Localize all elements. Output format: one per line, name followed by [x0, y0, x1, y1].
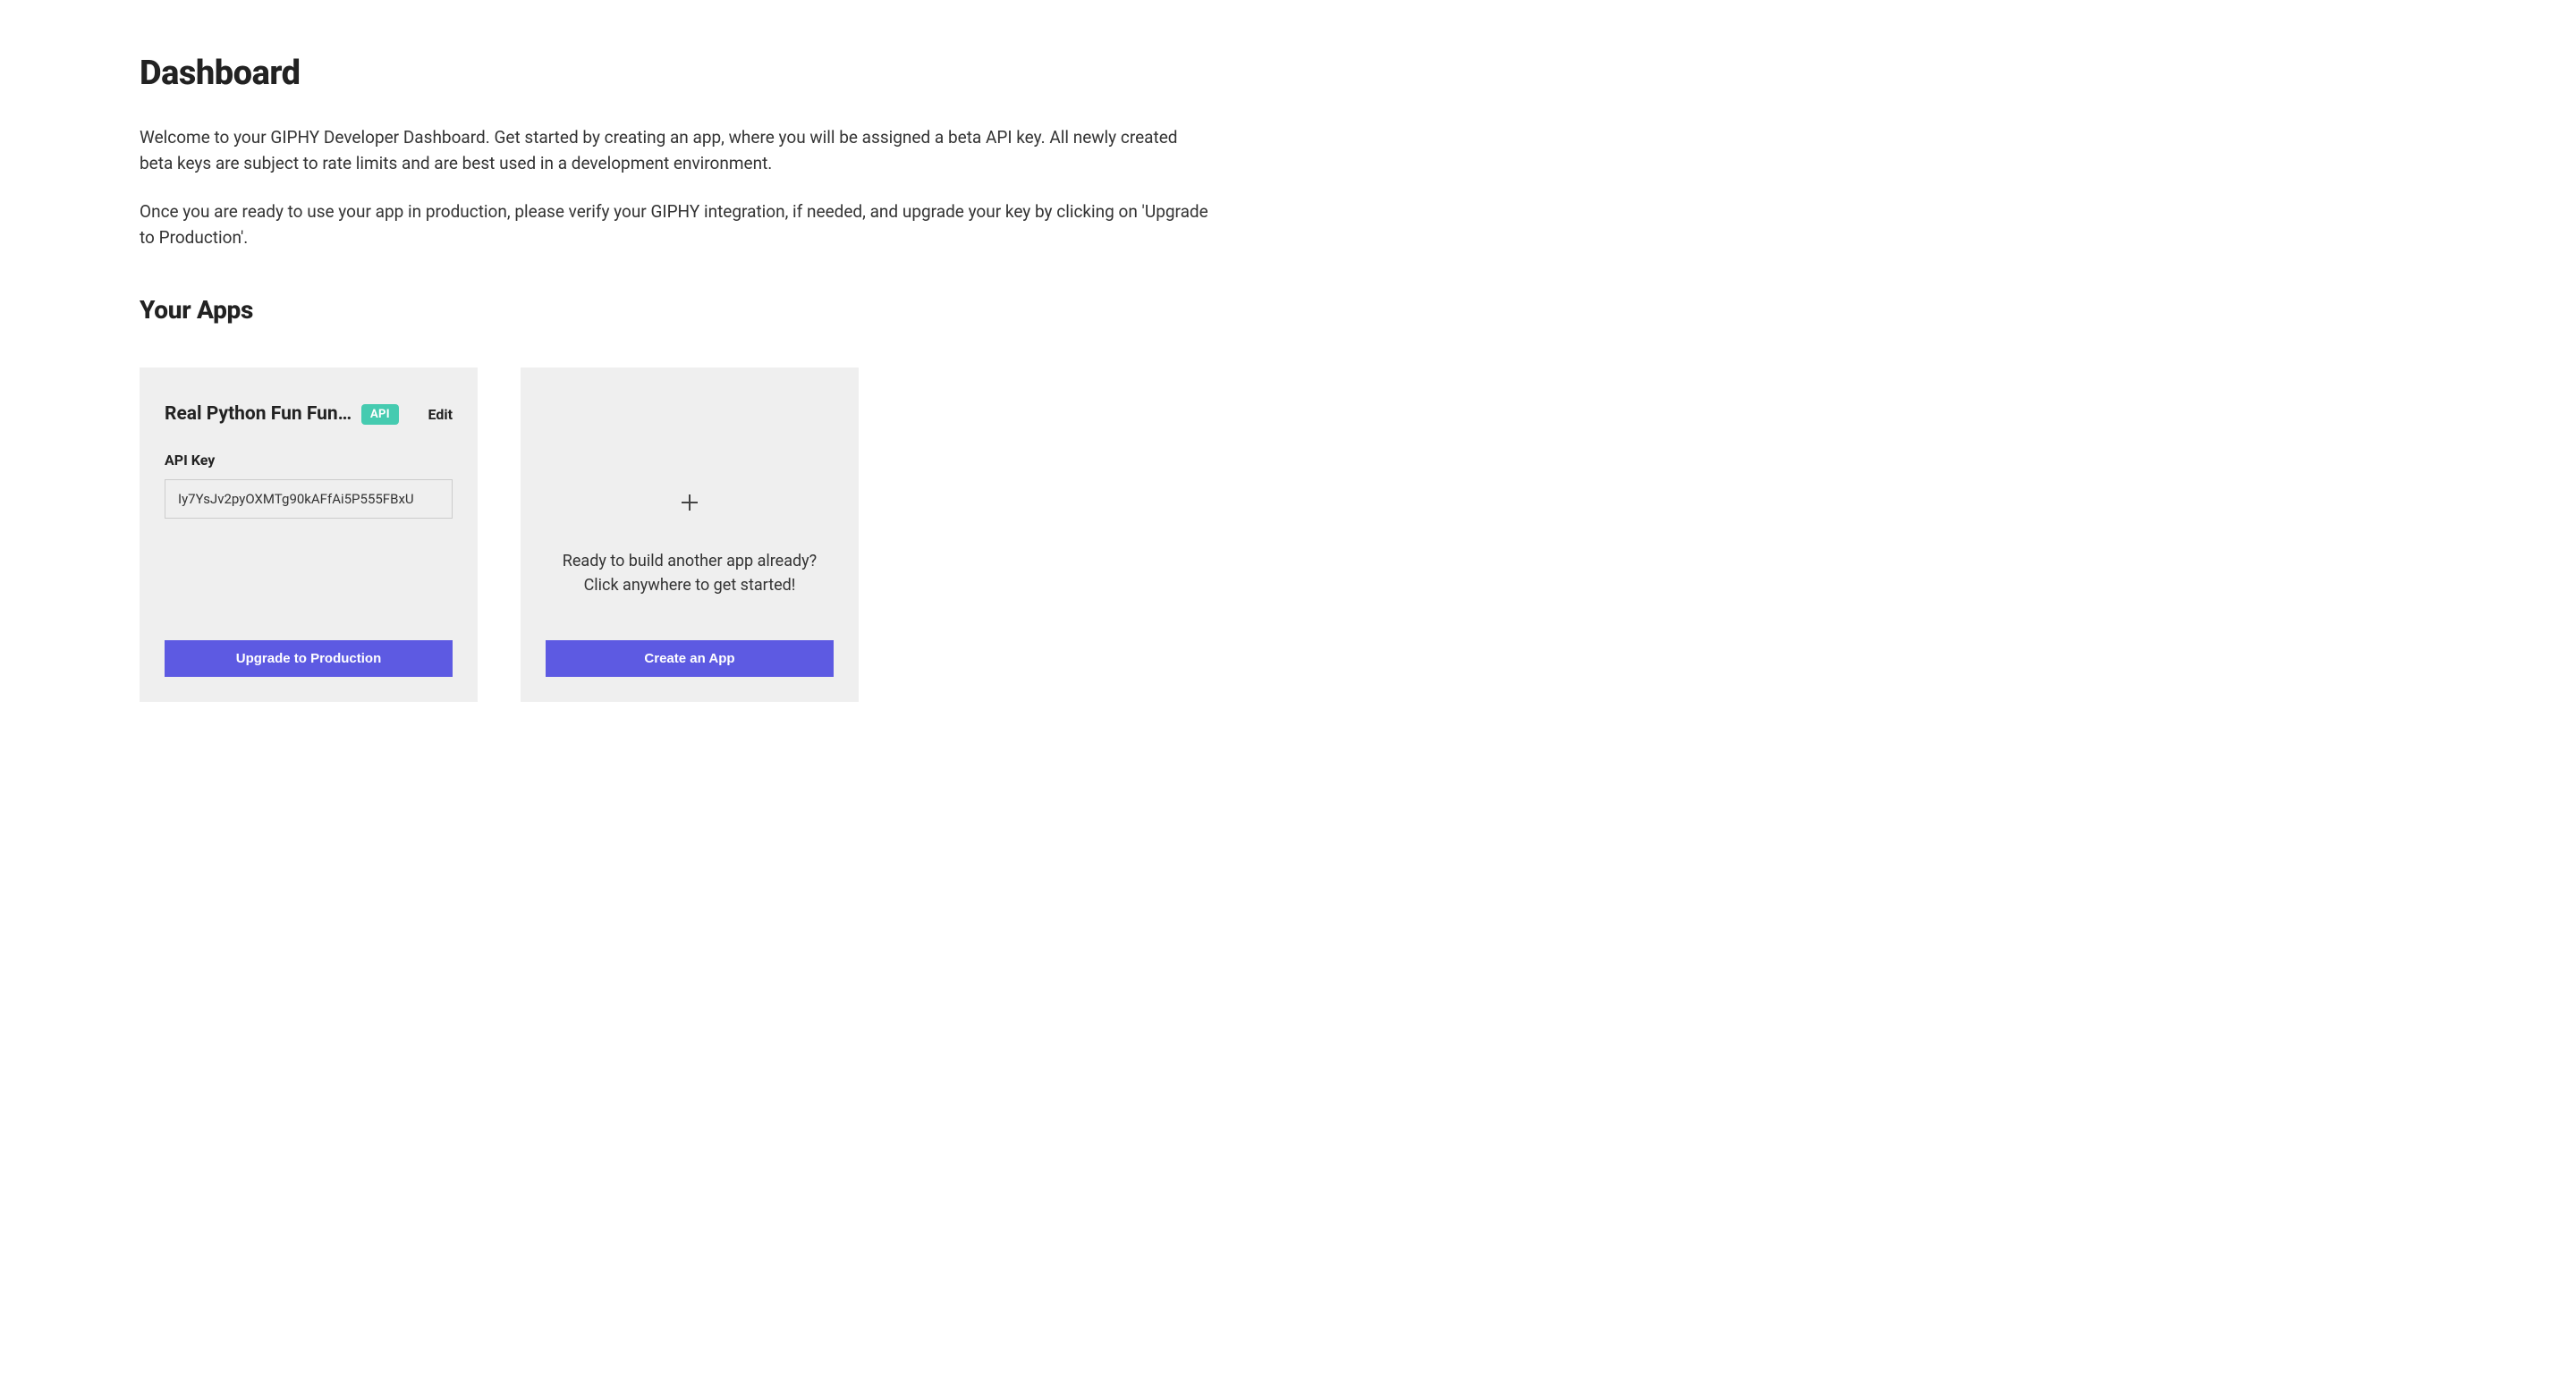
plus-icon-wrapper [679, 489, 700, 520]
new-app-prompt: Ready to build another app already? Clic… [563, 549, 817, 597]
intro-paragraph-1: Welcome to your GIPHY Developer Dashboar… [140, 125, 1213, 176]
api-key-label: API Key [165, 452, 453, 469]
apps-container: Real Python Fun Fun F… API Edit API Key … [140, 367, 2436, 702]
new-app-prompt-line-1: Ready to build another app already? [563, 549, 817, 573]
new-app-prompt-line-2: Click anywhere to get started! [563, 573, 817, 597]
upgrade-to-production-button[interactable]: Upgrade to Production [165, 640, 453, 677]
plus-icon [679, 489, 700, 520]
app-card-header: Real Python Fun Fun F… API Edit [165, 403, 453, 425]
api-key-field[interactable] [165, 479, 453, 519]
create-an-app-button[interactable]: Create an App [546, 640, 834, 677]
your-apps-heading: Your Apps [140, 295, 2436, 325]
new-app-card[interactable]: Ready to build another app already? Clic… [521, 367, 859, 702]
api-badge: API [361, 404, 399, 425]
app-name: Real Python Fun Fun F… [165, 403, 352, 425]
edit-link[interactable]: Edit [428, 406, 453, 423]
page-title: Dashboard [140, 54, 2436, 93]
intro-paragraph-2: Once you are ready to use your app in pr… [140, 199, 1213, 250]
app-card: Real Python Fun Fun F… API Edit API Key … [140, 367, 478, 702]
